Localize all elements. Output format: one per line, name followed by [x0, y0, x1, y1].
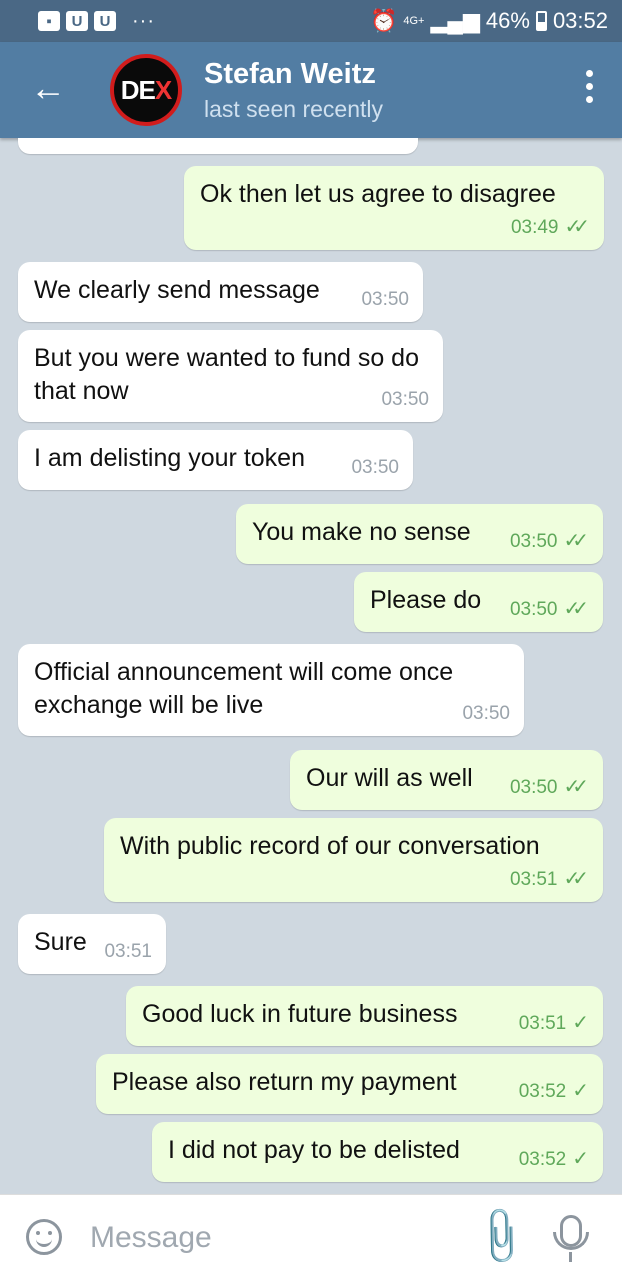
double-check-icon: ✓✓ — [563, 530, 588, 552]
incoming-message[interactable]: Sure 03:51 — [18, 914, 166, 974]
contact-status: last seen recently — [204, 96, 383, 122]
alarm-icon: ⏰ — [369, 8, 398, 33]
outgoing-message[interactable]: I did not pay to be delisted 03:52 ✓ — [152, 1122, 603, 1182]
double-check-icon: ✓✓ — [564, 216, 589, 238]
message-time: 03:51 — [104, 941, 152, 962]
message-text: I am delisting your token — [34, 444, 305, 472]
message-meta: 03:49 ✓✓ — [511, 211, 590, 244]
battery-percent: 46% — [485, 8, 530, 33]
message-time: 03:49 — [510, 217, 559, 238]
partial-message-bubble — [18, 138, 418, 154]
back-arrow-icon[interactable]: ← — [30, 68, 66, 108]
message-time: 03:50 — [509, 599, 558, 620]
outgoing-message[interactable]: Our will as well 03:50 ✓✓ — [290, 750, 603, 810]
double-check-icon: ✓✓ — [563, 776, 588, 798]
outgoing-message[interactable]: Please also return my payment 03:52 ✓ — [96, 1054, 603, 1114]
contact-name[interactable]: Stefan Weitz — [204, 58, 376, 91]
clock: 03:52 — [552, 8, 608, 33]
incoming-message[interactable]: Official announcement will come once exc… — [18, 644, 524, 736]
incoming-message[interactable]: But you were wanted to fund so do that n… — [18, 330, 443, 422]
status-right-icons: ⏰ 4G+ ▂▄▆ 46% 03:52 — [370, 8, 608, 34]
chat-header: ← DEX Stefan Weitz last seen recently — [0, 42, 622, 138]
more-options-icon[interactable] — [586, 70, 594, 103]
message-meta: 03:50 ✓✓ — [510, 593, 589, 626]
outgoing-message[interactable]: Ok then let us agree to disagree 03:49 ✓✓ — [184, 166, 604, 250]
message-text: But you were wanted to fund so do that n… — [34, 344, 419, 405]
message-time: 03:50 — [351, 457, 399, 478]
message-meta: 03:50 ✓✓ — [510, 525, 589, 558]
message-meta: 03:51 ✓ — [519, 1007, 589, 1040]
message-text: Please also return my payment — [112, 1068, 457, 1096]
incoming-message[interactable]: I am delisting your token 03:50 — [18, 430, 413, 490]
message-time: 03:52 — [518, 1149, 567, 1170]
u-icon: U — [94, 11, 116, 31]
microphone-icon[interactable] — [553, 1215, 589, 1250]
double-check-icon: ✓✓ — [563, 598, 588, 620]
emoji-icon[interactable] — [26, 1219, 62, 1255]
battery-icon — [535, 11, 547, 31]
message-meta: 03:52 ✓ — [519, 1143, 589, 1176]
message-time: 03:50 — [361, 289, 409, 310]
message-meta: 03:51 — [104, 935, 152, 968]
message-meta: 03:50 — [462, 697, 510, 730]
message-meta: 03:50 — [381, 383, 429, 416]
message-time: 03:50 — [381, 389, 429, 410]
status-bar: ▪ U U ··· ⏰ 4G+ ▂▄▆ 46% 03:52 — [0, 0, 622, 42]
image-icon: ▪ — [38, 11, 60, 31]
message-time: 03:51 — [518, 1013, 567, 1034]
more-notifications-icon: ··· — [132, 9, 155, 32]
message-text: With public record of our conversation — [120, 832, 540, 860]
message-time: 03:51 — [509, 869, 558, 890]
outgoing-message[interactable]: With public record of our conversation 03… — [104, 818, 603, 902]
network-type: 4G+ — [403, 15, 425, 27]
check-icon: ✓ — [572, 1148, 589, 1170]
message-time: 03:50 — [509, 531, 558, 552]
outgoing-message[interactable]: Good luck in future business 03:51 ✓ — [126, 986, 603, 1046]
message-input[interactable]: Message — [90, 1221, 212, 1255]
avatar-accent: X — [154, 74, 172, 105]
check-icon: ✓ — [572, 1080, 589, 1102]
outgoing-message[interactable]: Please do 03:50 ✓✓ — [354, 572, 603, 632]
check-icon: ✓ — [572, 1012, 589, 1034]
message-text: Ok then let us agree to disagree — [200, 180, 556, 208]
message-input-bar: Message 📎 — [0, 1194, 622, 1281]
message-meta: 03:50 — [351, 451, 399, 484]
avatar-text: DE — [120, 74, 156, 105]
double-check-icon: ✓✓ — [563, 868, 588, 890]
message-time: 03:50 — [462, 703, 510, 724]
outgoing-message[interactable]: You make no sense 03:50 ✓✓ — [236, 504, 603, 564]
message-meta: 03:50 ✓✓ — [510, 771, 589, 804]
message-time: 03:52 — [518, 1081, 567, 1102]
message-meta: 03:51 ✓✓ — [510, 863, 589, 896]
message-list[interactable]: Ok then let us agree to disagree 03:49 ✓✓ W… — [0, 138, 622, 1194]
message-meta: 03:52 ✓ — [519, 1075, 589, 1108]
message-meta: 03:50 — [361, 283, 409, 316]
status-left-icons: ▪ U U ··· — [38, 10, 155, 33]
paperclip-icon[interactable]: 📎 — [467, 1202, 535, 1270]
avatar[interactable]: DEX — [110, 54, 182, 126]
message-time: 03:50 — [509, 777, 558, 798]
incoming-message[interactable]: We clearly send message 03:50 — [18, 262, 423, 322]
message-text: Official announcement will come once exc… — [34, 658, 454, 719]
message-text: We clearly send message — [34, 276, 320, 304]
u-icon: U — [66, 11, 88, 31]
signal-icon: ▂▄▆ — [430, 8, 480, 33]
